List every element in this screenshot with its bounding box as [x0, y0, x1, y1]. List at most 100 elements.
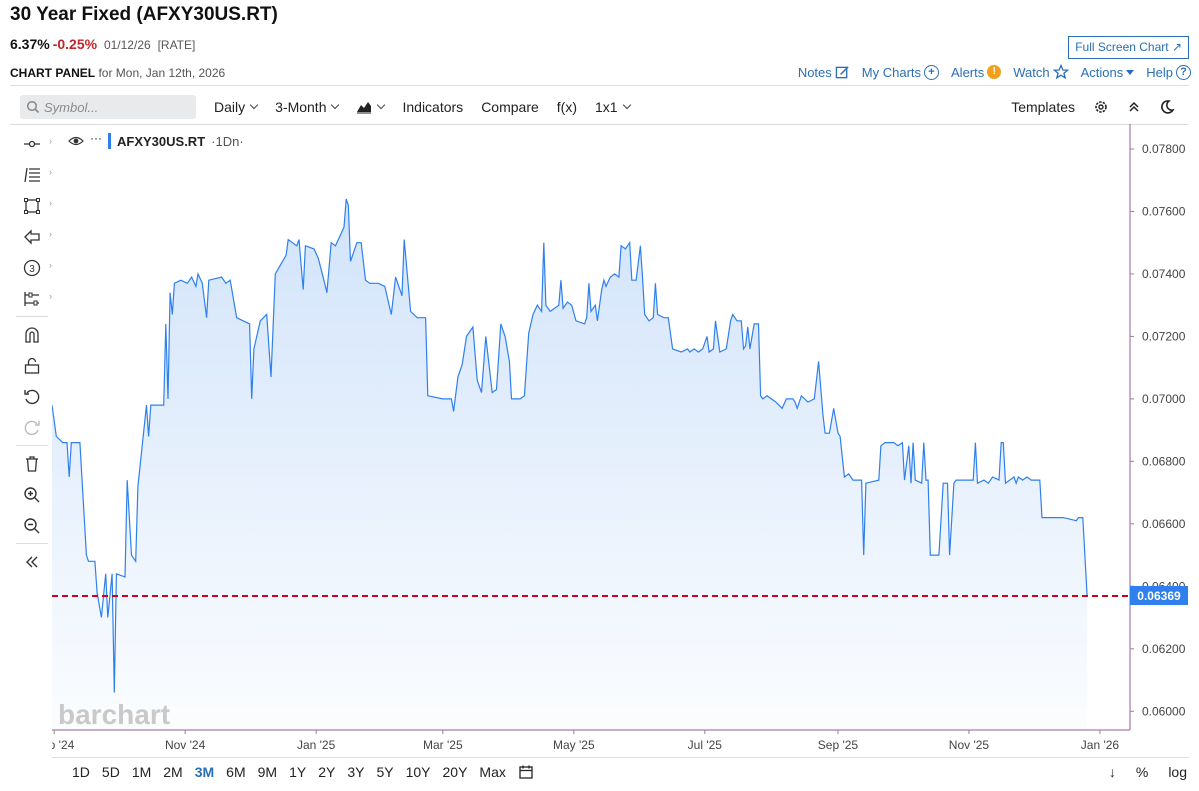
interval-label: Daily [214, 99, 246, 115]
compare-button[interactable]: Compare [481, 99, 539, 115]
range-selector: 1D 5D 1M 2M 3M 6M 9M 1Y 2Y 3Y 5Y 10Y 20Y Max [72, 764, 534, 780]
range-button-6m[interactable]: 6M [226, 764, 245, 780]
templates-button[interactable]: Templates [1011, 99, 1075, 115]
magnet-button[interactable] [10, 319, 54, 350]
range-button-10y[interactable]: 10Y [406, 764, 431, 780]
arrow-tool[interactable]: › [10, 221, 54, 252]
series-area-fill [52, 199, 1088, 730]
help-label: Help [1146, 64, 1173, 80]
full-screen-chart-button[interactable]: Full Screen Chart ↗ [1068, 36, 1189, 59]
alerts-button[interactable]: Alerts ! [951, 64, 1002, 80]
zoom-out-button[interactable] [10, 510, 54, 541]
quote-type: [RATE] [157, 38, 196, 52]
zoom-in-button[interactable] [10, 479, 54, 510]
redo-button[interactable] [10, 412, 54, 443]
zoom-in-icon [24, 486, 40, 502]
range-button-5y[interactable]: 5Y [376, 764, 393, 780]
range-button-3y[interactable]: 3Y [347, 764, 364, 780]
change-value: -0.25% [52, 36, 98, 52]
chevron-down-icon [249, 100, 259, 110]
price-chart[interactable]: barchart0.060000.062000.064000.066000.06… [52, 124, 1189, 757]
x-tick-label: Mar '25 [423, 738, 463, 752]
symbol-search-input[interactable]: Symbol... [20, 95, 196, 119]
actions-row: Notes My Charts + Alerts ! Watch Actions… [798, 64, 1191, 80]
eye-icon[interactable] [68, 135, 84, 147]
y-tick-label: 0.06000 [1142, 704, 1186, 718]
star-icon [1052, 64, 1069, 80]
y-tick-label: 0.07400 [1142, 267, 1186, 281]
full-screen-chart-label: Full Screen Chart [1075, 40, 1169, 54]
more-options-icon[interactable]: ··· [90, 131, 102, 145]
help-button[interactable]: Help ? [1146, 64, 1191, 80]
measure-tool[interactable]: › [10, 283, 54, 314]
notes-button[interactable]: Notes [798, 65, 850, 80]
range-button-2y[interactable]: 2Y [318, 764, 335, 780]
range-button-3m[interactable]: 3M [195, 764, 214, 780]
expand-down-icon[interactable]: ↓ [1109, 764, 1116, 780]
zoom-out-icon [24, 517, 40, 533]
chart-type-dropdown[interactable] [356, 100, 386, 114]
range-button-9m[interactable]: 9M [258, 764, 277, 780]
dark-mode-icon[interactable] [1159, 99, 1175, 115]
range-button-max[interactable]: Max [479, 764, 505, 780]
chevron-down-icon [622, 100, 631, 110]
ruler-icon [24, 291, 39, 306]
notes-label: Notes [797, 64, 832, 80]
magnet-icon [25, 326, 39, 343]
indicators-button[interactable]: Indicators [402, 99, 463, 115]
x-tick-label: Sep '24 [52, 738, 75, 752]
chevron-down-icon [377, 100, 386, 110]
number-circle-icon: 3 [23, 259, 41, 276]
chart-panel-date: for Mon, Jan 12th, 2026 [98, 66, 226, 80]
range-button-1y[interactable]: 1Y [289, 764, 306, 780]
layout-dropdown[interactable]: 1x1 [595, 99, 631, 115]
range-button-2m[interactable]: 2M [163, 764, 182, 780]
percent-scale-toggle[interactable]: % [1136, 764, 1148, 780]
divider [16, 445, 48, 446]
arrow-left-icon [24, 228, 40, 245]
scale-options: ↓ % log [1109, 764, 1187, 780]
x-tick-label: Jan '25 [297, 738, 336, 752]
delete-button[interactable] [10, 448, 54, 479]
line-tool[interactable]: › [10, 128, 54, 159]
divider [16, 316, 48, 317]
watch-button[interactable]: Watch [1013, 64, 1069, 80]
range-button-1m[interactable]: 1M [132, 764, 151, 780]
drawing-tools: › › › › 3 › › [10, 128, 54, 577]
undo-button[interactable] [10, 381, 54, 412]
range-button-20y[interactable]: 20Y [443, 764, 468, 780]
fib-tool[interactable]: › [10, 159, 54, 190]
period-dropdown[interactable]: 3-Month [275, 99, 340, 115]
calendar-icon[interactable] [518, 764, 534, 780]
rectangle-icon [24, 197, 40, 214]
divider [52, 757, 1189, 758]
log-scale-toggle[interactable]: log [1168, 764, 1187, 780]
layout-label: 1x1 [595, 99, 618, 115]
caret-down-icon [1126, 69, 1135, 75]
series-color-swatch [108, 133, 111, 149]
expand-icon: ↗ [1171, 40, 1182, 54]
collapse-up-icon[interactable] [1127, 100, 1141, 114]
page-title: 30 Year Fixed (AFXY30US.RT) [10, 4, 278, 25]
lock-button[interactable] [10, 350, 54, 381]
counter-tool[interactable]: 3 › [10, 252, 54, 283]
range-button-5d[interactable]: 5D [102, 764, 120, 780]
double-chevron-left-icon [26, 556, 38, 567]
actions-menu[interactable]: Actions [1081, 65, 1135, 80]
function-button[interactable]: f(x) [557, 99, 577, 115]
interval-dropdown[interactable]: Daily [214, 99, 259, 115]
gear-icon[interactable] [1093, 99, 1109, 115]
x-tick-label: Sep '25 [818, 738, 859, 752]
watch-label: Watch [1013, 64, 1050, 80]
range-button-1d[interactable]: 1D [72, 764, 90, 780]
list-lines-icon [24, 167, 40, 182]
x-tick-label: Jan '26 [1081, 738, 1120, 752]
unlock-icon [24, 357, 40, 374]
search-icon [26, 100, 40, 114]
rectangle-tool[interactable]: › [10, 190, 54, 221]
my-charts-button[interactable]: My Charts + [862, 64, 940, 80]
plus-circle-icon: + [924, 64, 940, 80]
collapse-toolbar-button[interactable] [10, 546, 54, 577]
alerts-label: Alerts [951, 64, 985, 80]
y-tick-label: 0.06600 [1142, 517, 1186, 531]
